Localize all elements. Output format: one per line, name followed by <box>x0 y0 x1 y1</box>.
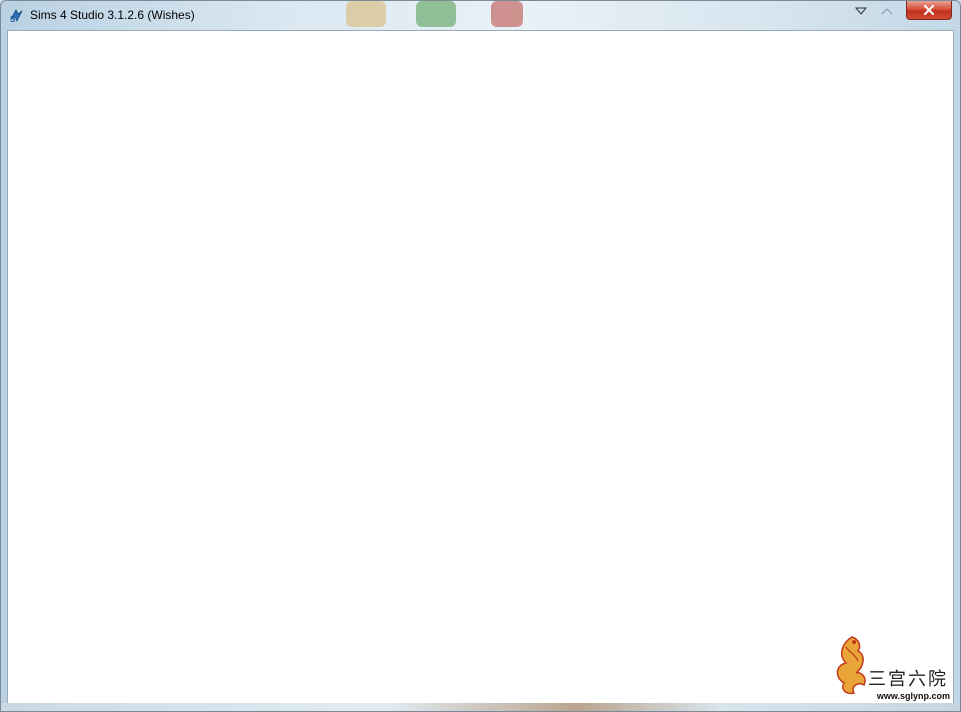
client-area[interactable] <box>7 30 954 705</box>
watermark-chinese-text: 三宫六院 <box>868 669 948 690</box>
dropdown-triangle-icon <box>855 7 867 15</box>
close-icon <box>924 5 934 15</box>
window-title: Sims 4 Studio 3.1.2.6 (Wishes) <box>30 8 195 22</box>
watermark: 三宫六院 www.sglynp.com <box>828 633 956 705</box>
svg-text:S: S <box>10 15 16 24</box>
sims4studio-icon[interactable]: S <box>8 7 25 24</box>
window-bottom-border <box>1 703 960 711</box>
close-button[interactable] <box>906 1 952 20</box>
title-bar[interactable]: S Sims 4 Studio 3.1.2.6 (Wishes) <box>1 1 960 31</box>
titlebar-backdrop-blur <box>346 1 386 27</box>
app-window: S Sims 4 Studio 3.1.2.6 (Wishes) 三宫六院 ww… <box>0 0 961 712</box>
watermark-url: www.sglynp.com <box>876 691 950 701</box>
maximize-icon <box>881 7 893 14</box>
maximize-button[interactable] <box>875 1 899 20</box>
window-menu-button[interactable] <box>850 1 872 20</box>
titlebar-backdrop-blur <box>491 1 523 27</box>
titlebar-backdrop-blur <box>416 1 456 27</box>
